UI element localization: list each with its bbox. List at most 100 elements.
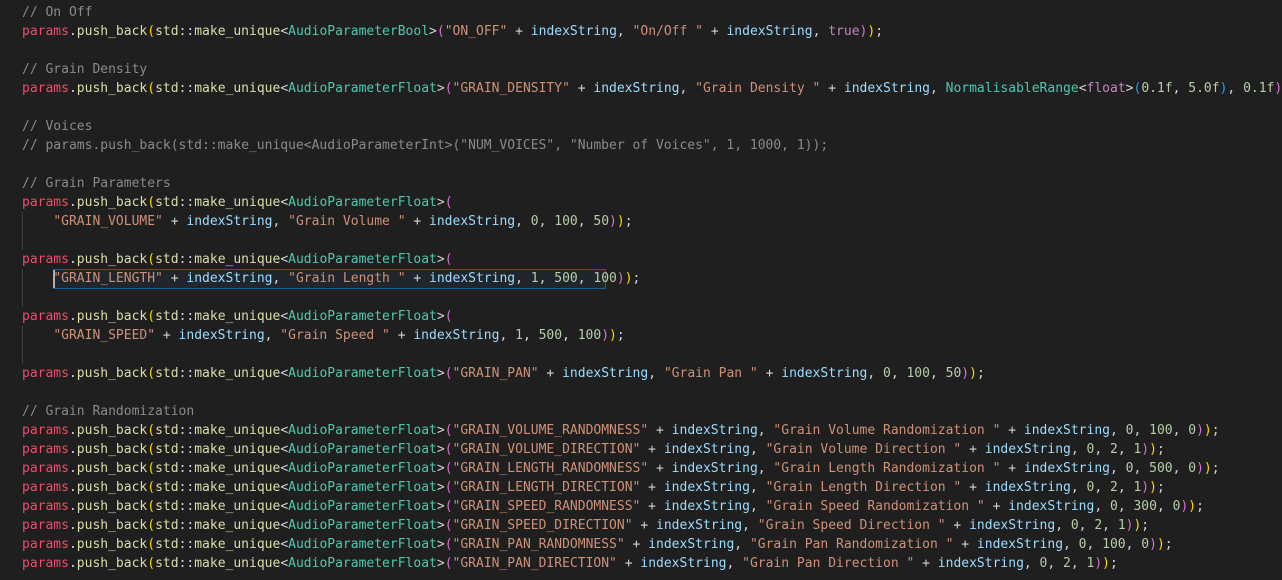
code-token: // Voices — [22, 119, 93, 134]
code-line[interactable] — [0, 288, 1282, 307]
code-token: , — [1023, 556, 1040, 571]
code-line[interactable]: params.push_back(std::make_unique<AudioP… — [0, 307, 1282, 326]
code-line[interactable]: params.push_back(std::make_unique<AudioP… — [0, 459, 1282, 478]
code-token: , — [1063, 537, 1079, 552]
code-line[interactable]: params.push_back(std::make_unique<AudioP… — [0, 193, 1282, 212]
code-token: "Grain Pan Randomization " — [749, 537, 954, 552]
code-token: // Grain Density — [22, 62, 148, 77]
code-line[interactable] — [0, 345, 1282, 364]
code-line[interactable]: params.push_back(std::make_unique<AudioP… — [0, 364, 1282, 383]
code-token: AudioParameterFloat — [288, 423, 437, 438]
code-token: + — [538, 366, 563, 381]
code-token: , — [538, 271, 555, 286]
code-token: "GRAIN_VOLUME_RANDOMNESS" — [452, 423, 649, 438]
code-token: AudioParameterFloat — [288, 309, 437, 324]
code-line[interactable]: // Grain Density — [0, 60, 1282, 79]
code-line[interactable] — [0, 383, 1282, 402]
code-token: + — [1000, 461, 1024, 476]
code-token: , — [264, 328, 281, 343]
code-token: AudioParameterFloat — [288, 480, 437, 495]
code-token: ( — [147, 442, 156, 457]
code-token: ) — [601, 328, 610, 343]
code-line[interactable]: // Grain Randomization — [0, 402, 1282, 421]
code-token: . — [68, 366, 77, 381]
code-token: "Grain Length " — [288, 271, 406, 286]
code-token: params — [22, 24, 69, 39]
code-token: , — [1172, 423, 1189, 438]
code-token: > — [436, 499, 445, 514]
code-line[interactable]: params.push_back(std::make_unique<AudioP… — [0, 535, 1282, 554]
code-token: , — [726, 556, 743, 571]
code-token: + — [640, 480, 664, 495]
code-token: > — [436, 480, 445, 495]
code-token: 0 — [1188, 461, 1197, 476]
code-token: indexString — [640, 556, 727, 571]
code-token: :: — [178, 537, 195, 552]
code-token: ) — [1149, 442, 1157, 457]
code-token: params — [22, 366, 69, 381]
code-token: , — [577, 271, 594, 286]
code-line[interactable]: "GRAIN_VOLUME" + indexString, "Grain Vol… — [0, 212, 1282, 231]
code-line[interactable]: params.push_back(std::make_unique<AudioP… — [0, 497, 1282, 516]
code-token: params — [22, 499, 69, 514]
code-token: > — [436, 461, 445, 476]
code-line[interactable]: // Voices — [0, 117, 1282, 136]
code-line[interactable] — [0, 41, 1282, 60]
code-token: push_back — [76, 461, 148, 476]
code-token: params — [22, 480, 69, 495]
code-token: indexString — [984, 442, 1071, 457]
code-line[interactable]: params.push_back(std::make_unique<AudioP… — [0, 421, 1282, 440]
code-token: ( — [444, 499, 453, 514]
code-token: > — [429, 24, 437, 39]
code-editor[interactable]: // On Off params.push_back(std::make_uniq… — [0, 0, 1282, 580]
code-token: + — [914, 556, 938, 571]
code-token: + — [640, 442, 664, 457]
code-token: indexString — [969, 518, 1056, 533]
code-token: make_unique — [194, 24, 281, 39]
code-token: "GRAIN_SPEED_RANDOMNESS" — [452, 499, 641, 514]
code-token: 2 — [1109, 442, 1118, 457]
code-line[interactable] — [0, 98, 1282, 117]
code-token: ) — [1094, 556, 1103, 571]
code-line[interactable]: params.push_back(std::make_unique<AudioP… — [0, 554, 1282, 573]
code-token: indexString — [413, 328, 500, 343]
code-token: ; — [1211, 461, 1220, 476]
code-token: , — [1094, 480, 1110, 495]
code-token: + — [703, 24, 727, 39]
code-token: + — [405, 271, 430, 286]
code-line[interactable] — [0, 231, 1282, 250]
code-token: ) — [616, 214, 625, 229]
code-line[interactable]: params.push_back(std::make_unique<AudioP… — [0, 516, 1282, 535]
code-line[interactable]: // Grain Parameters — [0, 174, 1282, 193]
code-token: "Grain Density " — [695, 81, 821, 96]
code-token: AudioParameterFloat — [288, 366, 437, 381]
code-line[interactable]: "GRAIN_SPEED" + indexString, "Grain Spee… — [0, 326, 1282, 345]
code-token: ( — [444, 518, 453, 533]
code-token: indexString — [843, 81, 930, 96]
code-token: 0 — [1141, 537, 1150, 552]
code-token: float — [1086, 81, 1126, 96]
code-line[interactable]: // params.push_back(std::make_unique<Aud… — [0, 136, 1282, 155]
code-token: ) — [624, 271, 633, 286]
code-token: ; — [616, 328, 625, 343]
code-token: AudioParameterBool — [288, 24, 430, 39]
code-token: push_back — [76, 499, 148, 514]
code-token: + — [820, 81, 844, 96]
code-token: < — [280, 537, 289, 552]
code-token: // Grain Randomization — [22, 404, 195, 419]
code-token: , — [734, 537, 750, 552]
code-line[interactable]: "GRAIN_LENGTH" + indexString, "Grain Len… — [0, 269, 1282, 288]
code-line[interactable]: params.push_back(std::make_unique<AudioP… — [0, 250, 1282, 269]
code-line[interactable]: params.push_back(std::make_unique<AudioP… — [0, 478, 1282, 497]
code-line[interactable]: params.push_back(std::make_unique<AudioP… — [0, 22, 1282, 41]
code-token: < — [280, 366, 289, 381]
code-token: > — [436, 556, 445, 571]
code-line[interactable]: params.push_back(std::make_unique<AudioP… — [0, 79, 1282, 98]
code-line[interactable] — [0, 155, 1282, 174]
code-token: ; — [1141, 518, 1150, 533]
code-line[interactable]: params.push_back(std::make_unique<AudioP… — [0, 440, 1282, 459]
code-lines[interactable]: // On Off params.push_back(std::make_uniq… — [0, 3, 1282, 573]
code-token: :: — [178, 423, 195, 438]
code-token: indexString — [429, 214, 516, 229]
code-line[interactable]: // On Off — [0, 3, 1282, 22]
